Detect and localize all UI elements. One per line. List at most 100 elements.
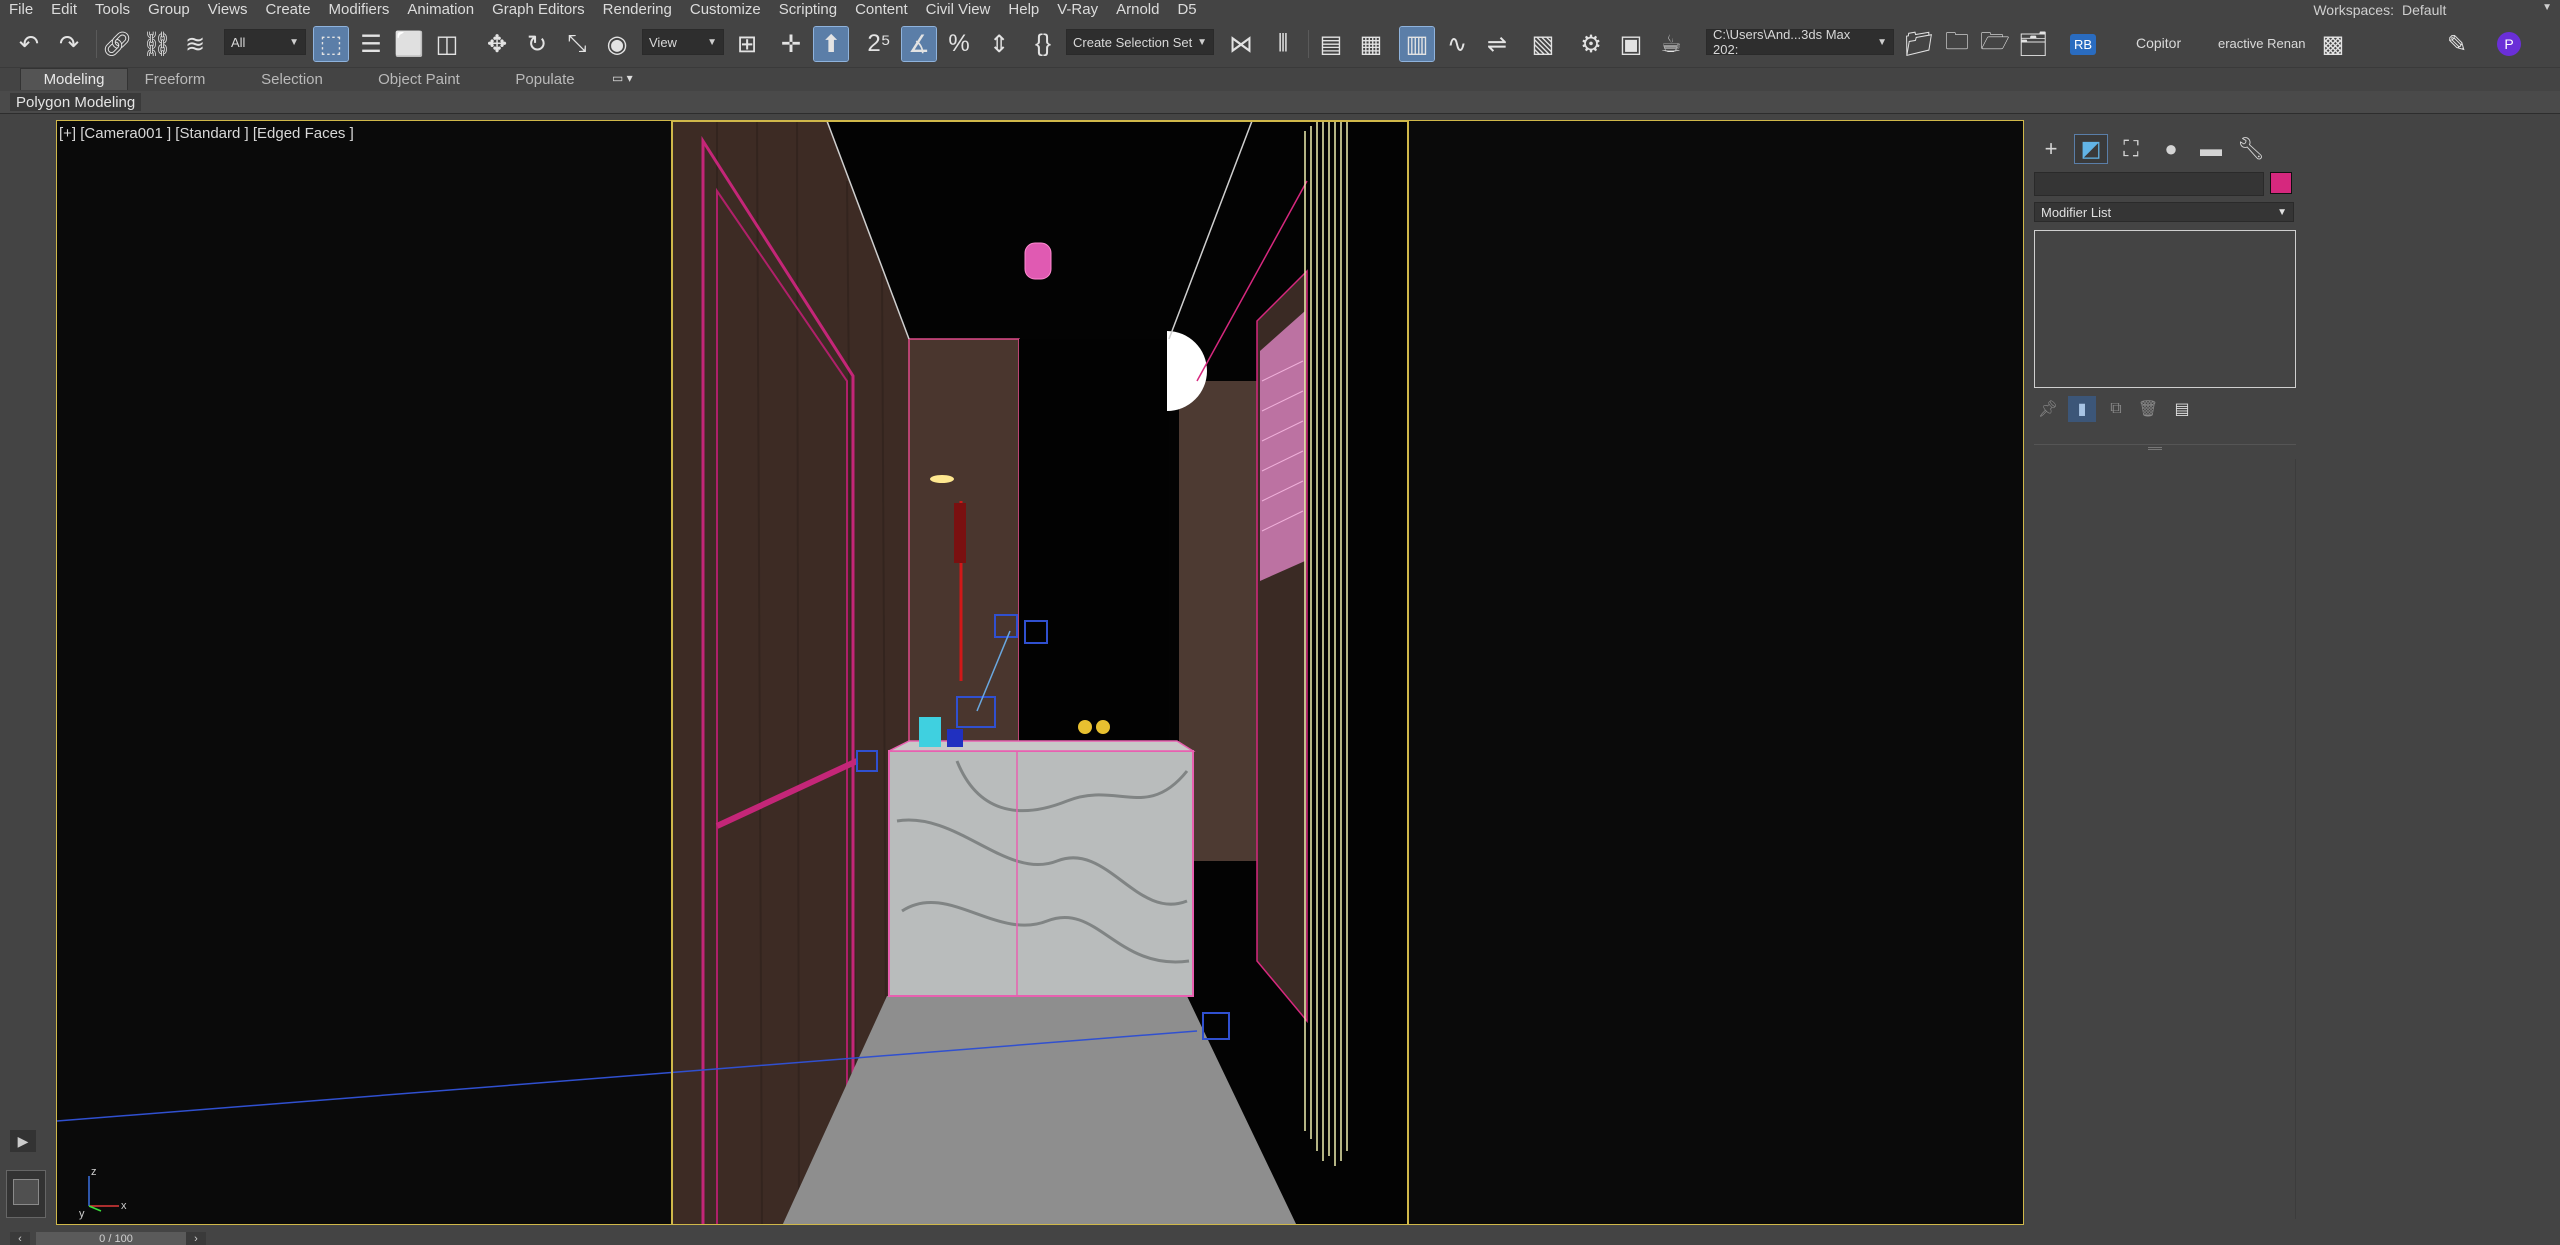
object-name-field[interactable] (2034, 172, 2264, 196)
keyboard-shortcut-override-icon[interactable]: ⬆ (813, 26, 849, 62)
frame-counter: 0 / 100 (99, 1232, 133, 1245)
open-folder-icon[interactable]: 🗀 (1940, 27, 1974, 61)
viewport-label[interactable]: [+] [Camera001 ] [Standard ] [Edged Face… (59, 125, 354, 142)
menu-civil-view[interactable]: Civil View (917, 0, 1000, 20)
snaps-toggle-icon[interactable]: 2⁵ (862, 27, 896, 61)
tab-object-paint[interactable]: Object Paint (368, 68, 470, 90)
link-icon[interactable]: 🔗︎ (100, 27, 134, 61)
mirror-icon[interactable]: ⋈ (1224, 27, 1258, 61)
redo-icon[interactable]: ↷ (52, 27, 86, 61)
rendered-frame-window-icon[interactable]: ▣ (1614, 27, 1648, 61)
next-frame-icon[interactable]: › (186, 1232, 206, 1245)
modify-tab-icon[interactable]: ◩ (2074, 134, 2108, 164)
tab-freeform[interactable]: Freeform (130, 68, 220, 90)
object-color-swatch[interactable] (2270, 172, 2292, 194)
make-unique-icon[interactable]: ⧉ (2102, 396, 2130, 422)
material-editor-icon[interactable]: ▧ (1526, 27, 1560, 61)
archive-folder-icon[interactable]: 🗂 (2016, 27, 2050, 61)
select-rotate-icon[interactable]: ↻ (520, 27, 554, 61)
menu-views[interactable]: Views (199, 0, 257, 20)
polygon-modeling-panel[interactable]: Polygon Modeling (10, 93, 142, 111)
configure-modifier-sets-icon[interactable]: ▤ (2168, 396, 2196, 422)
tab-modeling[interactable]: Modeling (20, 68, 128, 90)
profile-icon[interactable]: P (2492, 27, 2526, 61)
utilities-tab-icon[interactable]: 🔧︎ (2234, 134, 2268, 164)
angle-snap-icon[interactable]: ∡ (901, 26, 937, 62)
hierarchy-tab-icon[interactable]: ⛶ (2114, 134, 2148, 164)
remove-modifier-icon[interactable]: 🗑︎ (2134, 396, 2162, 422)
expand-layout-icon[interactable]: ▶ (10, 1130, 36, 1152)
motion-tab-icon[interactable]: ● (2154, 134, 2188, 164)
menu-d5[interactable]: D5 (1168, 0, 1205, 20)
menu-tools[interactable]: Tools (86, 0, 139, 20)
menu-vray[interactable]: V-Ray (1048, 0, 1107, 20)
schematic-view-icon[interactable]: ⇌ (1480, 27, 1514, 61)
rectangular-selection-icon[interactable]: ⬜ (392, 27, 426, 61)
pin-stack-icon[interactable]: 📌︎ (2034, 396, 2062, 422)
menu-rendering[interactable]: Rendering (594, 0, 681, 20)
menu-edit[interactable]: Edit (42, 0, 86, 20)
pen-icon[interactable]: ✎ (2440, 27, 2474, 61)
menu-arnold[interactable]: Arnold (1107, 0, 1168, 20)
viewport-layout-thumbnail[interactable] (6, 1170, 46, 1218)
vray-frame-buffer-icon[interactable]: ▩ (2316, 27, 2350, 61)
render-production-icon[interactable]: ☕ (1654, 27, 1688, 61)
previous-frame-icon[interactable]: ‹ (10, 1232, 30, 1245)
select-manipulate-icon[interactable]: ✛ (774, 27, 808, 61)
avatar: P (2497, 32, 2521, 56)
bind-space-warp-icon[interactable]: ≋ (178, 27, 212, 61)
curve-editor-icon[interactable]: ∿ (1440, 27, 1474, 61)
menu-animation[interactable]: Animation (398, 0, 483, 20)
selection-filter-dropdown[interactable]: All ▼ (224, 29, 306, 55)
tab-freeform-label: Freeform (144, 70, 206, 88)
toggle-ribbon-icon[interactable]: ▥ (1399, 26, 1435, 62)
menu-scripting[interactable]: Scripting (770, 0, 846, 20)
tab-populate[interactable]: Populate (500, 68, 590, 90)
tab-selection[interactable]: Selection (246, 68, 338, 90)
workspace-selector[interactable]: Workspaces: Default ▼ (2313, 0, 2552, 20)
render-setup-icon[interactable]: ⚙ (1574, 27, 1608, 61)
undo-icon[interactable]: ↶ (12, 27, 46, 61)
menu-modifiers[interactable]: Modifiers (320, 0, 399, 20)
ribbon-options-icon[interactable]: ▭ ▾ (612, 71, 633, 85)
window-crossing-icon[interactable]: ◫ (430, 27, 464, 61)
select-move-icon[interactable]: ✥ (480, 27, 514, 61)
menu-graph-editors[interactable]: Graph Editors (483, 0, 594, 20)
polygon-modeling-label: Polygon Modeling (16, 93, 136, 111)
window-blind (1260, 311, 1305, 581)
edit-named-selection-icon[interactable]: {} (1026, 27, 1060, 61)
layer-explorer-icon[interactable]: ▦ (1354, 27, 1388, 61)
menu-help[interactable]: Help (999, 0, 1048, 20)
rollout-drag-handle[interactable] (2148, 447, 2162, 450)
reference-coordinate-dropdown[interactable]: View ▼ (642, 29, 724, 55)
spinner-snap-icon[interactable]: ⇕ (982, 27, 1016, 61)
scene-explorer-icon[interactable]: ▤ (1314, 27, 1348, 61)
save-folder-icon[interactable]: 🗁 (1978, 27, 2012, 61)
show-end-result-icon[interactable]: ▮ (2068, 396, 2096, 422)
unlink-icon[interactable]: ⛓︎ (140, 27, 174, 61)
menu-file[interactable]: File (0, 0, 42, 20)
project-path-dropdown[interactable]: C:\Users\And...3ds Max 202: ▼ (1706, 27, 1894, 57)
percent-snap-icon[interactable]: % (942, 27, 976, 61)
menu-content[interactable]: Content (846, 0, 917, 20)
place-icon[interactable]: ◉ (600, 27, 634, 61)
copitor-button[interactable]: Copitor (2136, 29, 2181, 57)
menu-group[interactable]: Group (139, 0, 199, 20)
select-object-icon[interactable]: ⬚ (313, 26, 349, 62)
display-tab-icon[interactable]: ▬ (2194, 134, 2228, 164)
modifier-list-dropdown[interactable]: Modifier List ▼ (2034, 202, 2294, 222)
align-icon[interactable]: ⫴ (1266, 27, 1300, 61)
time-slider[interactable]: 0 / 100 (36, 1232, 196, 1245)
select-scale-icon[interactable]: ⤡ (560, 27, 594, 61)
rb-button[interactable]: RB (2066, 27, 2100, 61)
interactive-render-button[interactable]: eractive Renan (2218, 29, 2305, 57)
create-tab-icon[interactable]: + (2034, 134, 2068, 164)
project-folder-icon[interactable]: 📁︎ (1902, 27, 1936, 61)
modifier-stack[interactable] (2034, 230, 2296, 388)
menu-customize[interactable]: Customize (681, 0, 770, 20)
menu-create[interactable]: Create (257, 0, 320, 20)
pivot-center-icon[interactable]: ⊞ (730, 27, 764, 61)
named-selection-dropdown[interactable]: Create Selection Set ▼ (1066, 29, 1214, 55)
camera-viewport[interactable]: [+] [Camera001 ] [Standard ] [Edged Face… (56, 120, 2024, 1225)
select-by-name-icon[interactable]: ☰ (354, 27, 388, 61)
